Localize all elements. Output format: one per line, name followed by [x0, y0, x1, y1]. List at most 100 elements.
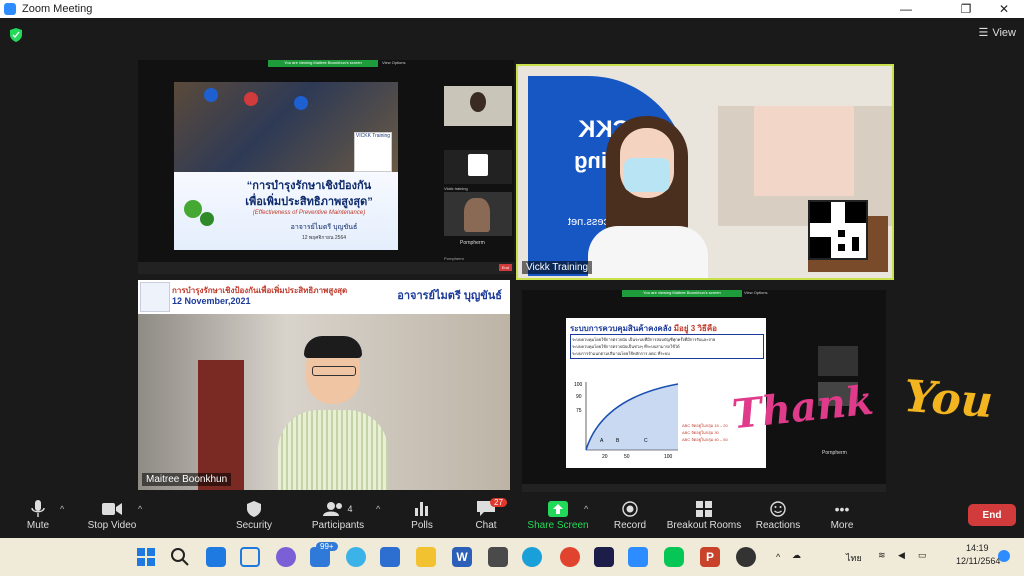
face-mask [624, 158, 670, 192]
task-view-icon[interactable] [206, 547, 226, 567]
reactions-button[interactable]: Reactions [742, 498, 814, 531]
stop-video-button[interactable]: Stop Video [76, 498, 148, 531]
zoom-app-icon [4, 3, 16, 15]
svg-text:C: C [644, 438, 648, 444]
windows-taskbar: 99+ W P ^ ☁ ไทย ≋ ◀ ▭ 14:19 12/11/2564 [0, 538, 1024, 576]
more-button[interactable]: ••• More [806, 498, 878, 531]
maximize-button[interactable]: ❐ [948, 0, 984, 18]
vise [198, 360, 244, 490]
participant-thumb-1 [444, 86, 512, 126]
app-icon-2[interactable] [594, 547, 614, 567]
window-title: Zoom Meeting [22, 3, 93, 15]
start-button[interactable] [136, 547, 156, 567]
grid-icon: ☰ [978, 27, 989, 39]
edge-icon[interactable] [522, 547, 542, 567]
smiley-icon [742, 498, 814, 520]
speaker-icon[interactable]: ◀ [898, 550, 905, 561]
edge-legacy-icon[interactable] [346, 547, 366, 567]
view-options-button[interactable]: View Options [744, 290, 768, 295]
participants-icon: 4 [302, 498, 374, 520]
mute-options-caret[interactable]: ^ [60, 504, 64, 514]
svg-text:90: 90 [576, 394, 582, 400]
view-options-button[interactable]: View Options [382, 60, 406, 65]
mute-button[interactable]: Mute [2, 498, 74, 531]
participant-thumb-2 [444, 150, 512, 184]
notification-icon[interactable] [998, 550, 1010, 562]
mini-toolbar [522, 484, 886, 492]
search-icon[interactable] [170, 547, 190, 567]
svg-text:75: 75 [576, 408, 582, 414]
mini-participant-thumb [818, 346, 858, 376]
view-menu-button[interactable]: ☰ View [978, 26, 1016, 40]
participants-count: 4 [347, 504, 353, 514]
thumb-name-3: Pornpherm [444, 256, 464, 261]
share-screen-button[interactable]: Share Screen [522, 498, 594, 531]
slide-preview: VICKK Training “การบำรุงรักษาเชิงป้องกัน… [174, 82, 398, 250]
participants-button[interactable]: 4 Participants [302, 498, 374, 531]
active-speaker-tile[interactable]: VICKK training vickksuccess.net Vickk Tr… [516, 64, 894, 280]
meeting-area: ☰ View You are viewing Maitree Boonkhun'… [0, 18, 1024, 496]
line-icon[interactable] [664, 547, 684, 567]
minimize-button[interactable]: — [888, 0, 924, 18]
app-icon[interactable] [488, 547, 508, 567]
clock-date[interactable]: 12/11/2564 [956, 556, 1000, 566]
powerpoint-icon[interactable]: P [700, 547, 720, 567]
store-icon[interactable] [380, 547, 400, 567]
mini-end-button: End [498, 264, 512, 271]
security-button[interactable]: Security [218, 498, 290, 531]
mini-toolbar: End [138, 262, 514, 274]
svg-text:50: 50 [624, 454, 630, 460]
encryption-shield-icon[interactable] [10, 28, 22, 42]
polls-icon [386, 498, 458, 520]
chat-bubble-icon [450, 498, 522, 520]
participants-options-caret[interactable]: ^ [376, 504, 380, 514]
share-banner: You are viewing Maitree Boonkhun's scree… [622, 290, 742, 297]
record-icon [594, 498, 666, 520]
battery-icon[interactable]: ▭ [918, 550, 927, 561]
share-options-caret[interactable]: ^ [584, 504, 588, 514]
mail-badge: 99+ [316, 542, 338, 551]
mini-participant-name: Pornpherm [822, 450, 847, 456]
participant-tile-maitree[interactable]: การบำรุงรักษาเชิงป้องกันเพื่อเพิ่มประสิท… [138, 280, 510, 490]
obs-icon[interactable] [736, 547, 756, 567]
record-button[interactable]: Record [594, 498, 666, 531]
wifi-icon[interactable]: ≋ [878, 550, 886, 561]
widgets-icon[interactable] [240, 547, 260, 567]
thumb-name-1: Vickk training [444, 186, 468, 191]
word-icon[interactable]: W [452, 547, 472, 567]
share-banner: You are viewing Maitree Boonkhun's scree… [268, 60, 378, 67]
participant-thumb-3 [444, 192, 512, 236]
chat-button[interactable]: Chat [450, 498, 522, 531]
title-bar: Zoom Meeting — ❐ ✕ [0, 0, 1024, 18]
you-sticker: You [902, 370, 995, 429]
presenter-man [278, 336, 388, 490]
breakout-rooms-button[interactable]: Breakout Rooms [662, 498, 746, 531]
qr-code [808, 200, 868, 260]
svg-text:20: 20 [602, 454, 608, 460]
gear-icon [184, 200, 202, 218]
end-meeting-button[interactable]: End [968, 504, 1016, 526]
laptop-screen [754, 106, 854, 196]
vickk-small-logo [140, 282, 170, 312]
polls-button[interactable]: Polls [386, 498, 458, 531]
svg-text:100: 100 [574, 382, 583, 388]
close-button[interactable]: ✕ [986, 0, 1022, 18]
meeting-toolbar: Mute ^ Stop Video ^ Security 4 Participa… [0, 496, 1024, 538]
gear-icon-small [200, 212, 214, 226]
shared-screen-tile-top-left[interactable]: You are viewing Maitree Boonkhun's scree… [138, 60, 514, 274]
presenter-woman [588, 106, 708, 278]
language-indicator[interactable]: ไทย [846, 551, 862, 565]
cloud-icon[interactable]: ☁ [792, 550, 801, 561]
thumb-name-2: Pornpherm [460, 240, 485, 246]
slide-presenter: อาจารย์ไมตรี บุญขันธ์ [290, 224, 358, 231]
clock-time[interactable]: 14:19 [966, 543, 989, 553]
tray-chevron-icon[interactable]: ^ [776, 552, 780, 562]
slide-title-line2: เพื่อเพิ่มประสิทธิภาพสูงสุด” [245, 196, 373, 208]
chrome-icon[interactable] [560, 547, 580, 567]
abc-curve-chart: 100 90 75 A B C 20 50 100 [574, 382, 679, 460]
video-options-caret[interactable]: ^ [138, 504, 142, 514]
breakout-rooms-icon [662, 498, 746, 520]
chat-teams-icon[interactable] [276, 547, 296, 567]
zoom-taskbar-icon[interactable] [628, 547, 648, 567]
file-explorer-icon[interactable] [416, 547, 436, 567]
